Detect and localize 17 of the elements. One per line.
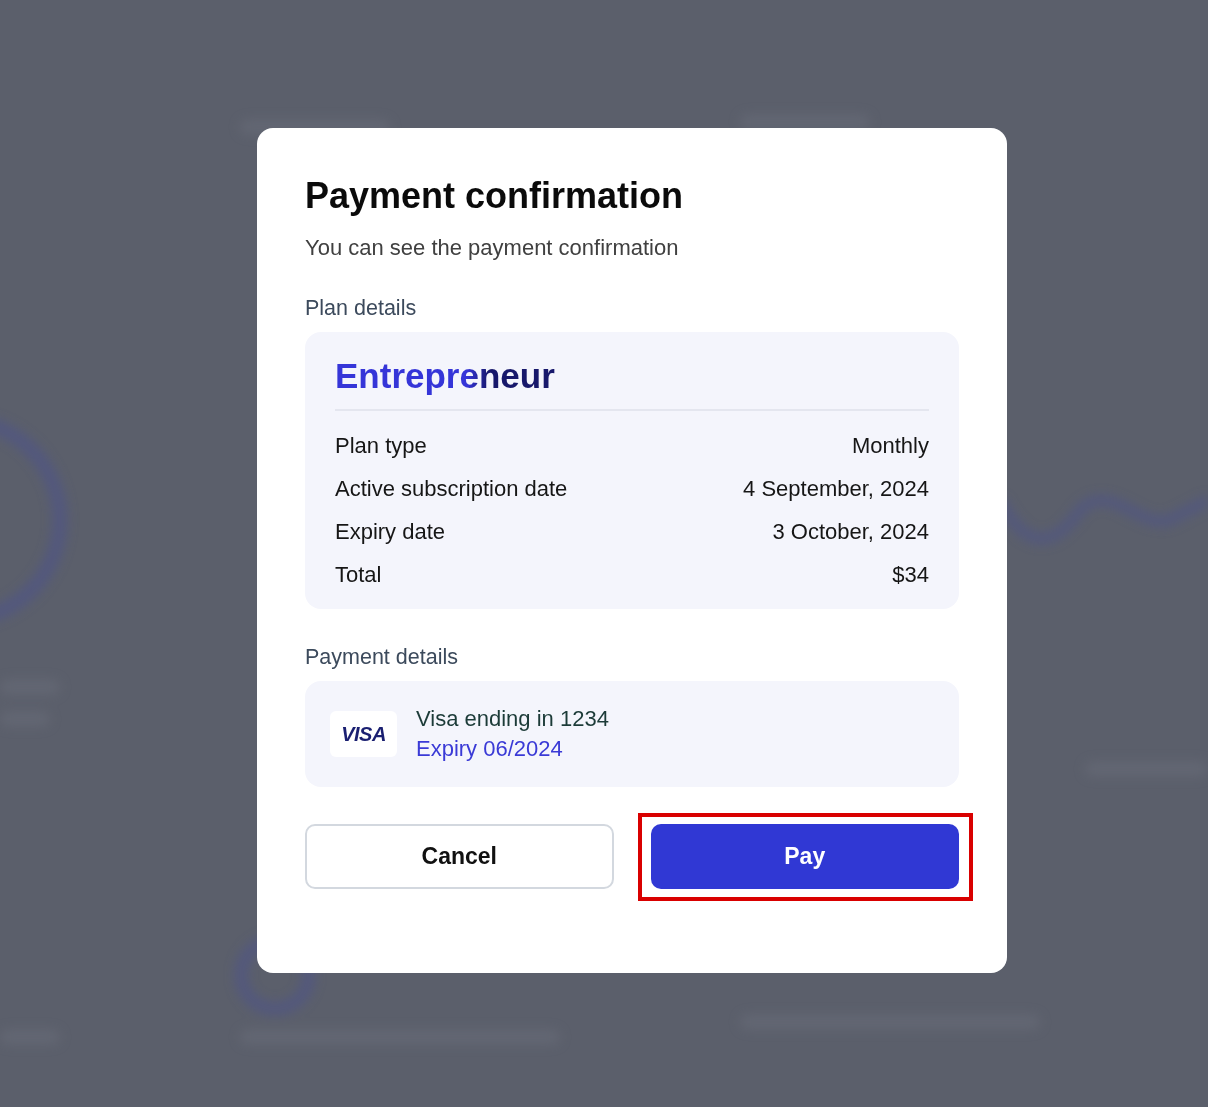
- pay-button[interactable]: Pay: [650, 824, 959, 889]
- dialog-title: Payment confirmation: [305, 175, 684, 216]
- detail-value: Monthly: [851, 433, 929, 459]
- detail-label: Plan type: [335, 433, 427, 459]
- card-brand-logo: VISA: [330, 711, 397, 757]
- section-label: Plan details: [305, 296, 417, 320]
- card-description: Visa ending in 1234: [416, 705, 609, 733]
- detail-label: Total: [335, 562, 382, 588]
- detail-label: Active subscription date: [335, 476, 568, 502]
- cancel-button[interactable]: Cancel: [305, 824, 614, 889]
- detail-value: $34: [892, 562, 929, 588]
- detail-label: Expiry date: [335, 519, 446, 545]
- dialog-subtitle: You can see the payment confirmation: [305, 236, 679, 260]
- card-expiry: Expiry 06/2024: [416, 735, 563, 763]
- section-label: Payment details: [305, 645, 458, 669]
- detail-value: 4 September, 2024: [743, 476, 929, 502]
- detail-value: 3 October, 2024: [772, 519, 929, 545]
